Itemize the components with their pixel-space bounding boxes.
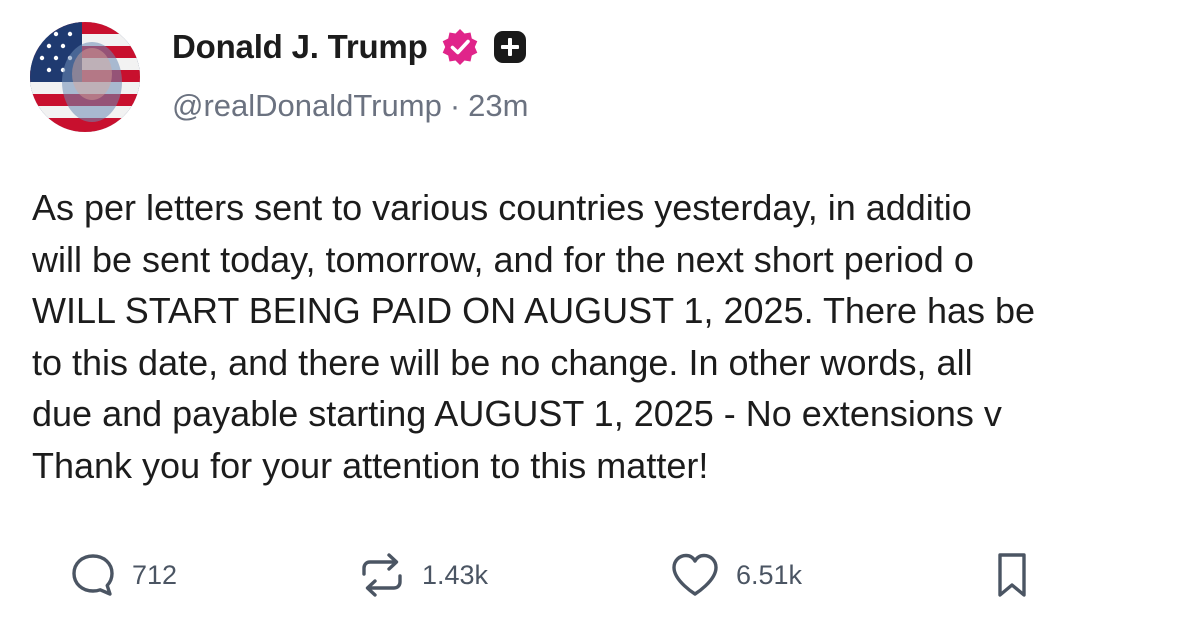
meta-separator: · [449,88,461,123]
verified-badge-icon [442,29,477,65]
post-body: As per letters sent to various countries… [32,182,1200,491]
avatar[interactable] [30,22,140,132]
post-meta: @realDonaldTrump · 23m [172,88,528,124]
reply-icon [72,554,114,596]
post-body-line: will be sent today, tomorrow, and for th… [32,238,974,280]
retruth-icon [362,553,402,597]
retruth-count: 1.43k [422,559,489,590]
heart-icon [672,553,718,596]
bookmark-button[interactable] [992,545,1032,605]
author-handle[interactable]: @realDonaldTrump [172,88,442,124]
post-body-line: WILL START BEING PAID ON AUGUST 1, 2025.… [32,290,1036,331]
author-row: Donald J. Trump [172,22,528,72]
avatar-image [30,22,140,132]
post-body-line: Thank you for your attention to this mat… [32,444,709,486]
retruth-button[interactable]: 1.43k [356,545,488,605]
post-body-line: due and payable starting AUGUST 1, 2025 … [32,393,1002,434]
reply-button[interactable]: 712 [68,545,177,605]
display-name[interactable]: Donald J. Trump [172,28,428,66]
post-actions: 712 1.43k 6.51k [0,545,1200,605]
post-card: Donald J. Trump @realDonaldTrump · 23m A… [0,0,1200,630]
post-body-line: As per letters sent to various countries… [32,187,972,228]
plus-badge-icon [493,31,526,63]
like-count: 6.51k [736,559,803,590]
post-timestamp[interactable]: 23m [468,88,528,124]
post-body-line: to this date, and there will be no chang… [32,341,973,383]
bookmark-icon [998,553,1026,597]
like-button[interactable]: 6.51k [668,545,802,605]
reply-count: 712 [132,559,178,590]
